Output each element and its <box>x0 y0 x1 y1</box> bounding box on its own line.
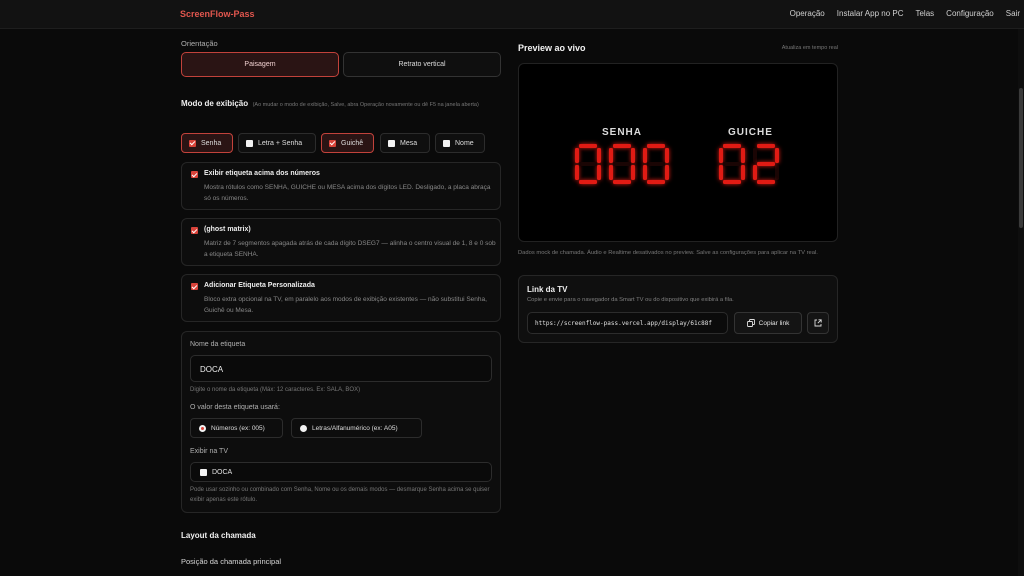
option-card-custom-label[interactable]: Adicionar Etiqueta Personalizada Bloco e… <box>181 274 501 322</box>
orientation-portrait-button[interactable]: Retrato vertical <box>343 52 501 77</box>
mode-chip-nome[interactable]: Nome <box>435 133 485 153</box>
layout-section-title: Layout da chamada <box>181 531 256 540</box>
copy-icon <box>746 319 755 327</box>
open-link-button[interactable] <box>807 312 829 334</box>
option-title: Adicionar Etiqueta Personalizada <box>204 282 315 289</box>
checkbox-icon <box>189 139 196 147</box>
nav-link-instalar-app[interactable]: Instalar App no PC <box>837 9 904 18</box>
nav-link-configuracao[interactable]: Configuração <box>946 9 994 18</box>
checkbox-icon[interactable] <box>191 171 198 178</box>
tv-link-title: Link da TV <box>527 285 568 294</box>
led-digit-senha-0 <box>575 144 601 184</box>
led-display <box>575 144 779 184</box>
checkbox-icon <box>388 139 395 147</box>
preview-note: Dados mock de chamada. Áudio e Realtime … <box>518 250 818 256</box>
tv-link-url-field[interactable]: https://screenflow-pass.vercel.app/displ… <box>527 312 728 334</box>
nav-link-operacao[interactable]: Operação <box>790 9 825 18</box>
radio-numbers[interactable]: Números (ex: 005) <box>190 418 283 438</box>
mode-chip-letra-senha[interactable]: Letra + Senha <box>238 133 316 153</box>
display-mode-heading: Modo de exibição (Ao mudar o modo de exi… <box>181 95 501 112</box>
label-name-label: Nome da etiqueta <box>190 341 246 348</box>
top-nav: ScreenFlow-Pass Operação Instalar App no… <box>0 0 1024 29</box>
checkbox-icon <box>246 139 253 147</box>
radio-alphanumeric[interactable]: Letras/Alfanumérico (ex: A05) <box>291 418 422 438</box>
led-digit-guiche-1 <box>753 144 779 184</box>
nav-link-sair[interactable]: Sair <box>1006 9 1020 18</box>
option-desc: Bloco extra opcional na TV, em paralelo … <box>204 296 487 314</box>
led-digit-senha-2 <box>643 144 669 184</box>
label-value-type-label: O valor desta etiqueta usará: <box>190 404 280 411</box>
copy-link-button[interactable]: Copiar link <box>734 312 802 334</box>
show-on-tv-label: Exibir na TV <box>190 448 228 455</box>
preview-refresh-note: Atualiza em tempo real <box>781 45 838 51</box>
tv-link-desc: Copie e envie para o navegador da Smart … <box>527 297 734 303</box>
orientation-label: Orientação <box>181 39 218 48</box>
orientation-landscape-button[interactable]: Paisagem <box>181 52 339 77</box>
brand-logo[interactable]: ScreenFlow-Pass <box>180 9 255 19</box>
preview-title: Preview ao vivo <box>518 43 586 53</box>
nav-links: Operação Instalar App no PC Telas Config… <box>790 9 1020 18</box>
mode-chip-senha[interactable]: Senha <box>181 133 233 153</box>
tv-link-card: Link da TV Copie e envie para o navegado… <box>518 275 838 343</box>
checkbox-icon <box>443 139 450 147</box>
radio-icon <box>300 424 307 432</box>
layout-section-subtitle: Posição da chamada principal <box>181 557 282 566</box>
show-on-tv-help: Pode usar sozinho ou combinado com Senha… <box>190 487 490 503</box>
option-desc: Matriz de 7 segmentos apagada atrás de c… <box>204 240 496 258</box>
mode-chip-mesa[interactable]: Mesa <box>380 133 430 153</box>
checkbox-icon[interactable] <box>200 468 207 476</box>
checkbox-icon[interactable] <box>191 283 198 290</box>
external-link-icon <box>814 319 822 327</box>
option-card-ghost-matrix[interactable]: (ghost matrix) Matriz de 7 segmentos apa… <box>181 218 501 266</box>
mode-chip-guiche[interactable]: Guichê <box>321 133 374 153</box>
option-desc: Mostra rótulos como SENHA, GUICHE ou MES… <box>204 184 491 202</box>
checkbox-icon[interactable] <box>191 227 198 234</box>
show-on-tv-toggle[interactable]: DOCA <box>190 462 492 482</box>
display-mode-hint: (Ao mudar o modo de exibição, Salve, abr… <box>252 102 479 108</box>
led-digit-senha-1 <box>609 144 635 184</box>
display-mode-title: Modo de exibição <box>181 99 249 108</box>
preview-screen: SENHA GUICHE <box>518 63 838 242</box>
option-card-show-label[interactable]: Exibir etiqueta acima dos números Mostra… <box>181 162 501 210</box>
nav-link-telas[interactable]: Telas <box>915 9 934 18</box>
scrollbar-thumb[interactable] <box>1019 88 1023 228</box>
radio-selected-icon <box>199 424 206 432</box>
checkbox-icon <box>329 139 336 147</box>
label-name-input[interactable]: DOCA <box>190 355 492 382</box>
option-title: Exibir etiqueta acima dos números <box>204 170 320 177</box>
led-digit-guiche-0 <box>719 144 745 184</box>
label-name-help: Digite o nome da etiqueta (Máx: 12 carac… <box>190 387 361 393</box>
option-title: (ghost matrix) <box>204 226 251 233</box>
